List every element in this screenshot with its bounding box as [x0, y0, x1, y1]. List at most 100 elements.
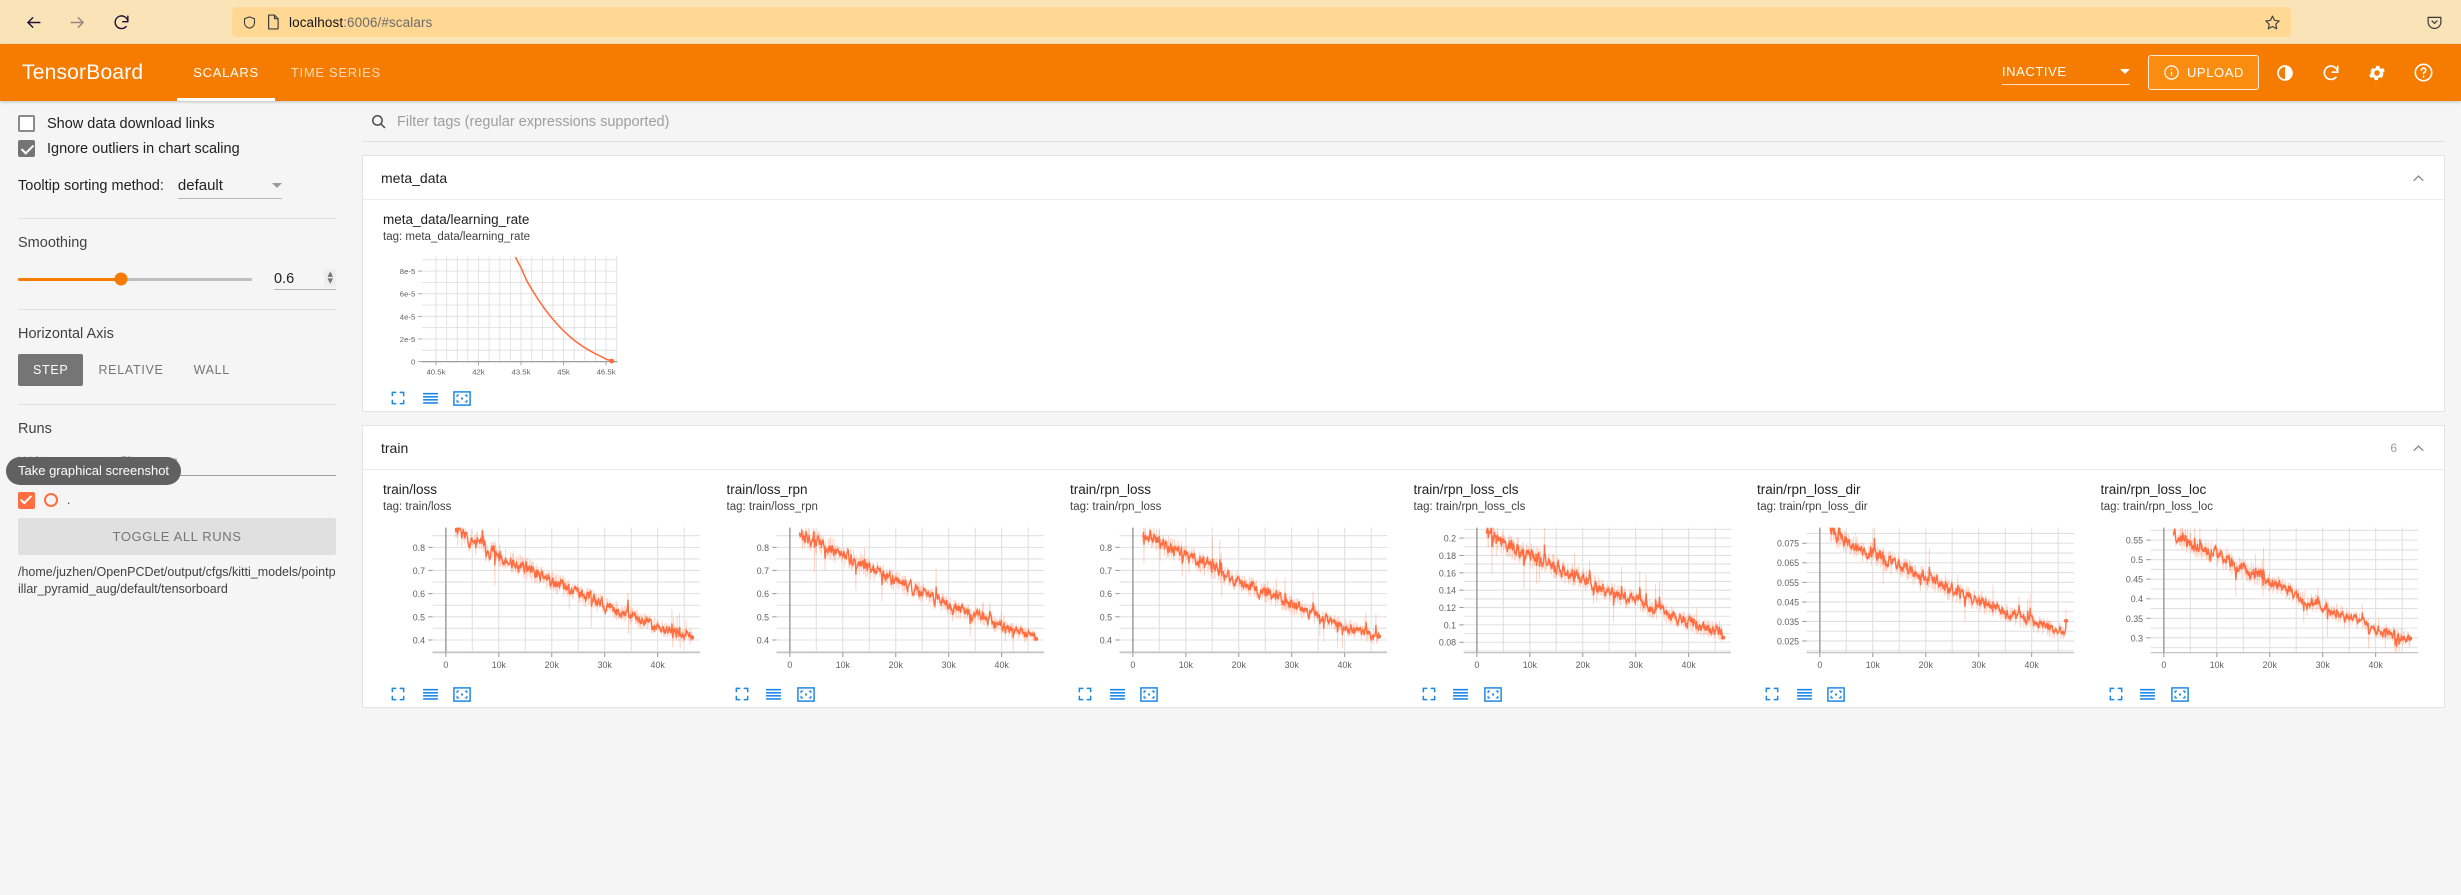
lines-icon[interactable] — [2139, 685, 2157, 703]
svg-text:0.5: 0.5 — [1100, 613, 1112, 623]
tensorboard-header: TensorBoard SCALARS TIME SERIES INACTIVE… — [0, 44, 2461, 101]
group-header-meta-data[interactable]: meta_data — [363, 156, 2444, 200]
lines-icon[interactable] — [421, 685, 439, 703]
chart-actions — [1070, 685, 1394, 703]
axis-button-step[interactable]: STEP — [18, 353, 84, 386]
reset-axes-icon[interactable] — [2170, 685, 2189, 703]
header-tabs: SCALARS TIME SERIES — [177, 44, 397, 101]
chevron-up-icon[interactable] — [2411, 441, 2426, 456]
toggle-all-runs-button[interactable]: TOGGLE ALL RUNS — [18, 517, 336, 555]
expand-icon[interactable] — [389, 389, 407, 407]
app-body: Show data download links Ignore outliers… — [0, 101, 2461, 895]
svg-text:40k: 40k — [994, 660, 1009, 670]
smoothing-input[interactable]: 0.6 ▴ ▾ — [274, 269, 336, 290]
reset-axes-icon[interactable] — [1483, 685, 1502, 703]
chart-plot[interactable]: 0.08 0.1 0.12 0.14 0.16 0.18 0.2 0 10k 20k 30k 40k — [1414, 519, 1738, 681]
expand-icon[interactable] — [1420, 685, 1438, 703]
charts-row-train: train/loss tag: train/loss 0.4 0.5 0.6 0.7 0.8… — [363, 470, 2444, 707]
lines-icon[interactable] — [1452, 685, 1470, 703]
svg-text:0.045: 0.045 — [1777, 598, 1799, 608]
reset-axes-icon[interactable] — [1827, 685, 1845, 703]
forward-icon[interactable] — [66, 11, 88, 33]
chevron-down-icon — [271, 183, 282, 188]
expand-icon[interactable] — [2107, 685, 2125, 703]
svg-text:45k: 45k — [557, 367, 570, 376]
reset-axes-icon[interactable] — [453, 685, 471, 703]
svg-text:0.4: 0.4 — [413, 636, 425, 646]
chart-plot[interactable]: 0 2e-5 4e-5 6e-5 8e-5 40.5k 42k 43.5k 45k 46.5k — [383, 249, 623, 386]
group-header-train[interactable]: train 6 — [363, 426, 2444, 471]
tensorboard-logo: TensorBoard — [22, 60, 144, 84]
expand-icon[interactable] — [1763, 685, 1781, 703]
help-icon[interactable] — [2403, 53, 2443, 93]
svg-text:20k: 20k — [1575, 660, 1590, 670]
svg-text:0.18: 0.18 — [1438, 551, 1455, 561]
divider — [18, 218, 336, 219]
chart-title: train/loss — [383, 482, 438, 498]
chart-tag: tag: train/loss — [383, 501, 452, 514]
reload-icon[interactable] — [110, 11, 132, 33]
gear-icon[interactable] — [2357, 53, 2397, 93]
smoothing-slider-thumb[interactable] — [114, 272, 128, 286]
chart-plot[interactable]: 0.4 0.5 0.6 0.7 0.8 0 10k 20k 30k 40k — [727, 519, 1051, 681]
chart-plot[interactable]: 0.3 0.35 0.4 0.45 0.5 0.55 0 10k 20k 30k 40k — [2101, 519, 2425, 681]
group-card-meta-data: meta_data meta_data/learning_rate tag: me… — [362, 155, 2445, 413]
tag-filter-bar[interactable]: Filter tags (regular expressions support… — [362, 101, 2445, 142]
run-status-select[interactable]: INACTIVE — [2001, 60, 2130, 85]
chart-plot[interactable]: 0.4 0.5 0.6 0.7 0.8 0 10k 20k 30k 40k — [1070, 519, 1394, 681]
lines-icon[interactable] — [1108, 685, 1126, 703]
chevron-up-icon[interactable] — [2411, 171, 2426, 186]
axis-button-relative[interactable]: RELATIVE — [83, 354, 178, 386]
show-download-links-checkbox[interactable] — [18, 115, 35, 132]
expand-icon[interactable] — [733, 685, 751, 703]
run-list-item[interactable]: . — [18, 491, 336, 509]
expand-icon[interactable] — [1076, 685, 1094, 703]
chart-plot[interactable]: 0.025 0.035 0.045 0.055 0.065 0.075 0 10k 20k 30k… — [1757, 519, 2081, 681]
smoothing-stepper[interactable]: ▴ ▾ — [324, 269, 336, 287]
lines-icon[interactable] — [1795, 685, 1813, 703]
upload-button[interactable]: UPLOAD — [2147, 55, 2259, 90]
shield-icon — [242, 15, 257, 30]
chart-tag: tag: train/rpn_loss — [1070, 501, 1162, 514]
runs-area: Write a regex to filter runs Take graphi… — [6, 447, 336, 599]
svg-text:43.5k: 43.5k — [512, 367, 531, 376]
chart-card: meta_data/learning_rate tag: meta_data/le… — [373, 212, 633, 407]
browser-toolbar: localhost:6006/#scalars — [0, 0, 2461, 44]
tab-scalars[interactable]: SCALARS — [177, 44, 275, 101]
smoothing-slider[interactable] — [18, 272, 252, 286]
chart-title: meta_data/learning_rate — [383, 212, 530, 227]
svg-text:0.55: 0.55 — [2125, 536, 2142, 546]
page-icon — [266, 14, 280, 30]
reset-axes-icon[interactable] — [796, 685, 815, 703]
tooltip-sorting-label: Tooltip sorting method: — [18, 178, 164, 194]
ignore-outliers-checkbox[interactable] — [18, 140, 35, 157]
runs-regex-input[interactable]: Write a regex to filter runs — [18, 447, 336, 476]
tag-filter-input[interactable]: Filter tags (regular expressions support… — [397, 114, 669, 130]
reset-axes-icon[interactable] — [453, 389, 471, 407]
lines-icon[interactable] — [765, 685, 783, 703]
show-download-links-row[interactable]: Show data download links — [18, 115, 336, 132]
svg-text:0.5: 0.5 — [2130, 555, 2142, 565]
reset-axes-icon[interactable] — [1140, 685, 1158, 703]
pocket-icon[interactable] — [2426, 14, 2443, 31]
reload-icon[interactable] — [2311, 53, 2351, 93]
tab-time-series[interactable]: TIME SERIES — [275, 44, 397, 101]
run-status-value: INACTIVE — [2001, 64, 2067, 79]
axis-button-wall[interactable]: WALL — [179, 354, 245, 386]
run-checkbox[interactable] — [18, 491, 35, 509]
star-icon[interactable] — [2264, 14, 2281, 31]
expand-icon[interactable] — [389, 685, 407, 703]
contrast-icon[interactable] — [2265, 53, 2305, 93]
lines-icon[interactable] — [421, 389, 439, 407]
svg-text:0.6: 0.6 — [756, 589, 768, 599]
chart-plot[interactable]: 0.4 0.5 0.6 0.7 0.8 0 10k 20k 30k 40k — [383, 519, 707, 681]
svg-text:0.16: 0.16 — [1438, 569, 1455, 579]
chart-title: train/rpn_loss_loc — [2100, 482, 2207, 498]
svg-text:0.7: 0.7 — [413, 566, 425, 576]
svg-text:40k: 40k — [1338, 660, 1353, 670]
upload-button-label: UPLOAD — [2186, 65, 2244, 80]
tooltip-sorting-select[interactable]: default — [177, 177, 282, 199]
ignore-outliers-row[interactable]: Ignore outliers in chart scaling — [18, 140, 336, 157]
back-icon[interactable] — [22, 11, 44, 33]
address-bar[interactable]: localhost:6006/#scalars — [232, 7, 2291, 37]
